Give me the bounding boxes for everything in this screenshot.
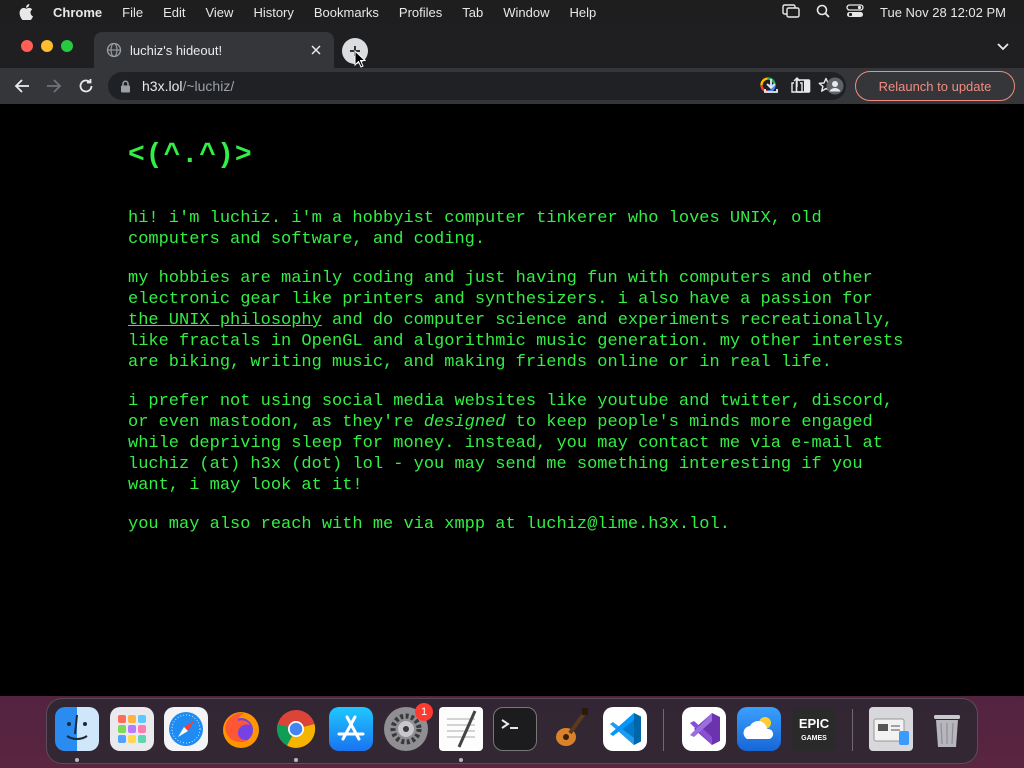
dock-separator — [663, 709, 664, 751]
menu-history[interactable]: History — [253, 5, 293, 20]
apple-menu-icon[interactable] — [19, 4, 37, 20]
epic-label-bottom: GAMES — [801, 735, 827, 742]
menu-window[interactable]: Window — [503, 5, 549, 20]
window-minimize-button[interactable] — [41, 40, 53, 52]
launchpad-icon[interactable] — [110, 707, 154, 751]
desktop: Chrome File Edit View History Bookmarks … — [0, 0, 1024, 768]
unix-philosophy-link[interactable]: the UNIX philosophy — [128, 311, 322, 330]
macos-dock: 1 EPIC GAMES — [46, 698, 978, 764]
terminal-icon[interactable] — [493, 707, 537, 751]
hobbies-text-before: my hobbies are mainly coding and just ha… — [128, 269, 873, 309]
lock-icon[interactable] — [120, 80, 132, 93]
forward-arrow-icon[interactable] — [44, 76, 64, 96]
window-close-button[interactable] — [21, 40, 33, 52]
downloads-icon[interactable] — [761, 76, 781, 96]
url-path: /~luchiz/ — [182, 78, 235, 94]
address-bar[interactable]: h3x.lol/~luchiz/ — [108, 72, 846, 100]
mouse-cursor-icon — [354, 50, 366, 68]
epic-label-top: EPIC — [799, 716, 830, 731]
menu-view[interactable]: View — [205, 5, 233, 20]
dock-separator-2 — [852, 709, 853, 751]
menu-app-chrome[interactable]: Chrome — [53, 5, 102, 20]
textedit-icon[interactable] — [439, 707, 483, 751]
trash-icon[interactable] — [925, 707, 969, 751]
globe-icon — [106, 42, 122, 58]
browser-tab-active[interactable]: luchiz's hideout! — [94, 32, 334, 68]
menu-tab[interactable]: Tab — [462, 5, 483, 20]
window-fullscreen-button[interactable] — [61, 40, 73, 52]
control-center-icon[interactable] — [846, 3, 864, 21]
web-page: <(^.^)> hi! i'm luchiz. i'm a hobbyist c… — [0, 104, 1024, 696]
epic-games-icon[interactable]: EPIC GAMES — [792, 707, 836, 751]
profile-avatar-icon[interactable] — [825, 76, 845, 96]
side-panel-icon[interactable] — [793, 76, 813, 96]
reload-icon[interactable] — [76, 76, 96, 96]
screen-mirroring-icon[interactable] — [782, 3, 800, 21]
app-store-icon[interactable] — [329, 707, 373, 751]
visual-studio-icon[interactable] — [682, 707, 726, 751]
chrome-icon[interactable] — [274, 707, 318, 751]
firefox-icon[interactable] — [219, 707, 263, 751]
back-arrow-icon[interactable] — [12, 76, 32, 96]
tab-close-icon[interactable] — [308, 42, 324, 58]
menu-edit[interactable]: Edit — [163, 5, 185, 20]
social-media-paragraph: i prefer not using social media websites… — [128, 391, 908, 496]
xmpp-paragraph: you may also reach with me via xmpp at l… — [128, 515, 730, 534]
menu-file[interactable]: File — [122, 5, 143, 20]
designed-emphasis: designed — [423, 413, 506, 432]
preview-icon[interactable] — [869, 707, 913, 751]
chrome-running-indicator — [294, 758, 298, 762]
menu-profiles[interactable]: Profiles — [399, 5, 442, 20]
relaunch-to-update-button[interactable]: Relaunch to update — [855, 71, 1015, 101]
intro-paragraph: hi! i'm luchiz. i'm a hobbyist computer … — [128, 209, 822, 249]
cloud-app-icon[interactable] — [737, 707, 781, 751]
hobbies-paragraph: my hobbies are mainly coding and just ha… — [128, 268, 908, 373]
menu-help[interactable]: Help — [570, 5, 597, 20]
browser-toolbar: h3x.lol/~luchiz/ Relaunch to update — [0, 68, 1024, 104]
browser-tab-strip: luchiz's hideout! — [0, 24, 1024, 68]
vscode-icon[interactable] — [603, 707, 647, 751]
tab-title: luchiz's hideout! — [130, 42, 223, 58]
menu-bar-clock[interactable]: Tue Nov 28 12:02 PM — [880, 5, 1006, 20]
menu-bookmarks[interactable]: Bookmarks — [314, 5, 379, 20]
finder-running-indicator — [75, 758, 79, 762]
url-host: h3x.lol — [142, 78, 183, 94]
tab-search-chevron-down-icon[interactable] — [996, 42, 1010, 52]
settings-notification-badge: 1 — [415, 703, 433, 721]
textedit-running-indicator — [459, 758, 463, 762]
spotlight-search-icon[interactable] — [816, 4, 830, 21]
page-content: <(^.^)> hi! i'm luchiz. i'm a hobbyist c… — [128, 140, 908, 553]
macos-menu-bar: Chrome File Edit View History Bookmarks … — [0, 0, 1024, 24]
garageband-icon[interactable] — [548, 707, 592, 751]
finder-icon[interactable] — [55, 707, 99, 751]
safari-icon[interactable] — [164, 707, 208, 751]
ascii-logo: <(^.^)> — [128, 140, 253, 171]
